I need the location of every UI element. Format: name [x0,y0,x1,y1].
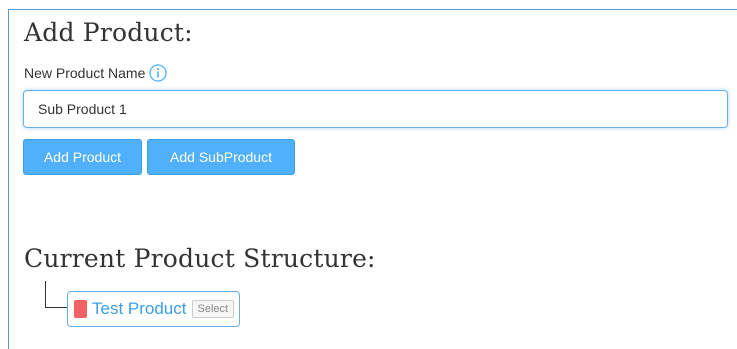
add-subproduct-button[interactable]: Add SubProduct [147,139,295,175]
tree-connector [45,281,67,308]
info-icon[interactable] [149,64,168,82]
add-product-heading: Add Product: [24,18,193,47]
product-node-name[interactable]: Test Product [92,299,187,319]
product-color-marker [74,300,87,318]
new-product-name-input[interactable] [23,90,728,128]
current-product-structure-heading: Current Product Structure: [24,244,376,273]
new-product-name-label: New Product Name [24,64,168,82]
select-button[interactable]: Select [191,300,235,318]
add-product-button[interactable]: Add Product [23,139,142,175]
new-product-name-label-text: New Product Name [24,65,146,81]
product-node: Test Product Select [67,291,241,327]
